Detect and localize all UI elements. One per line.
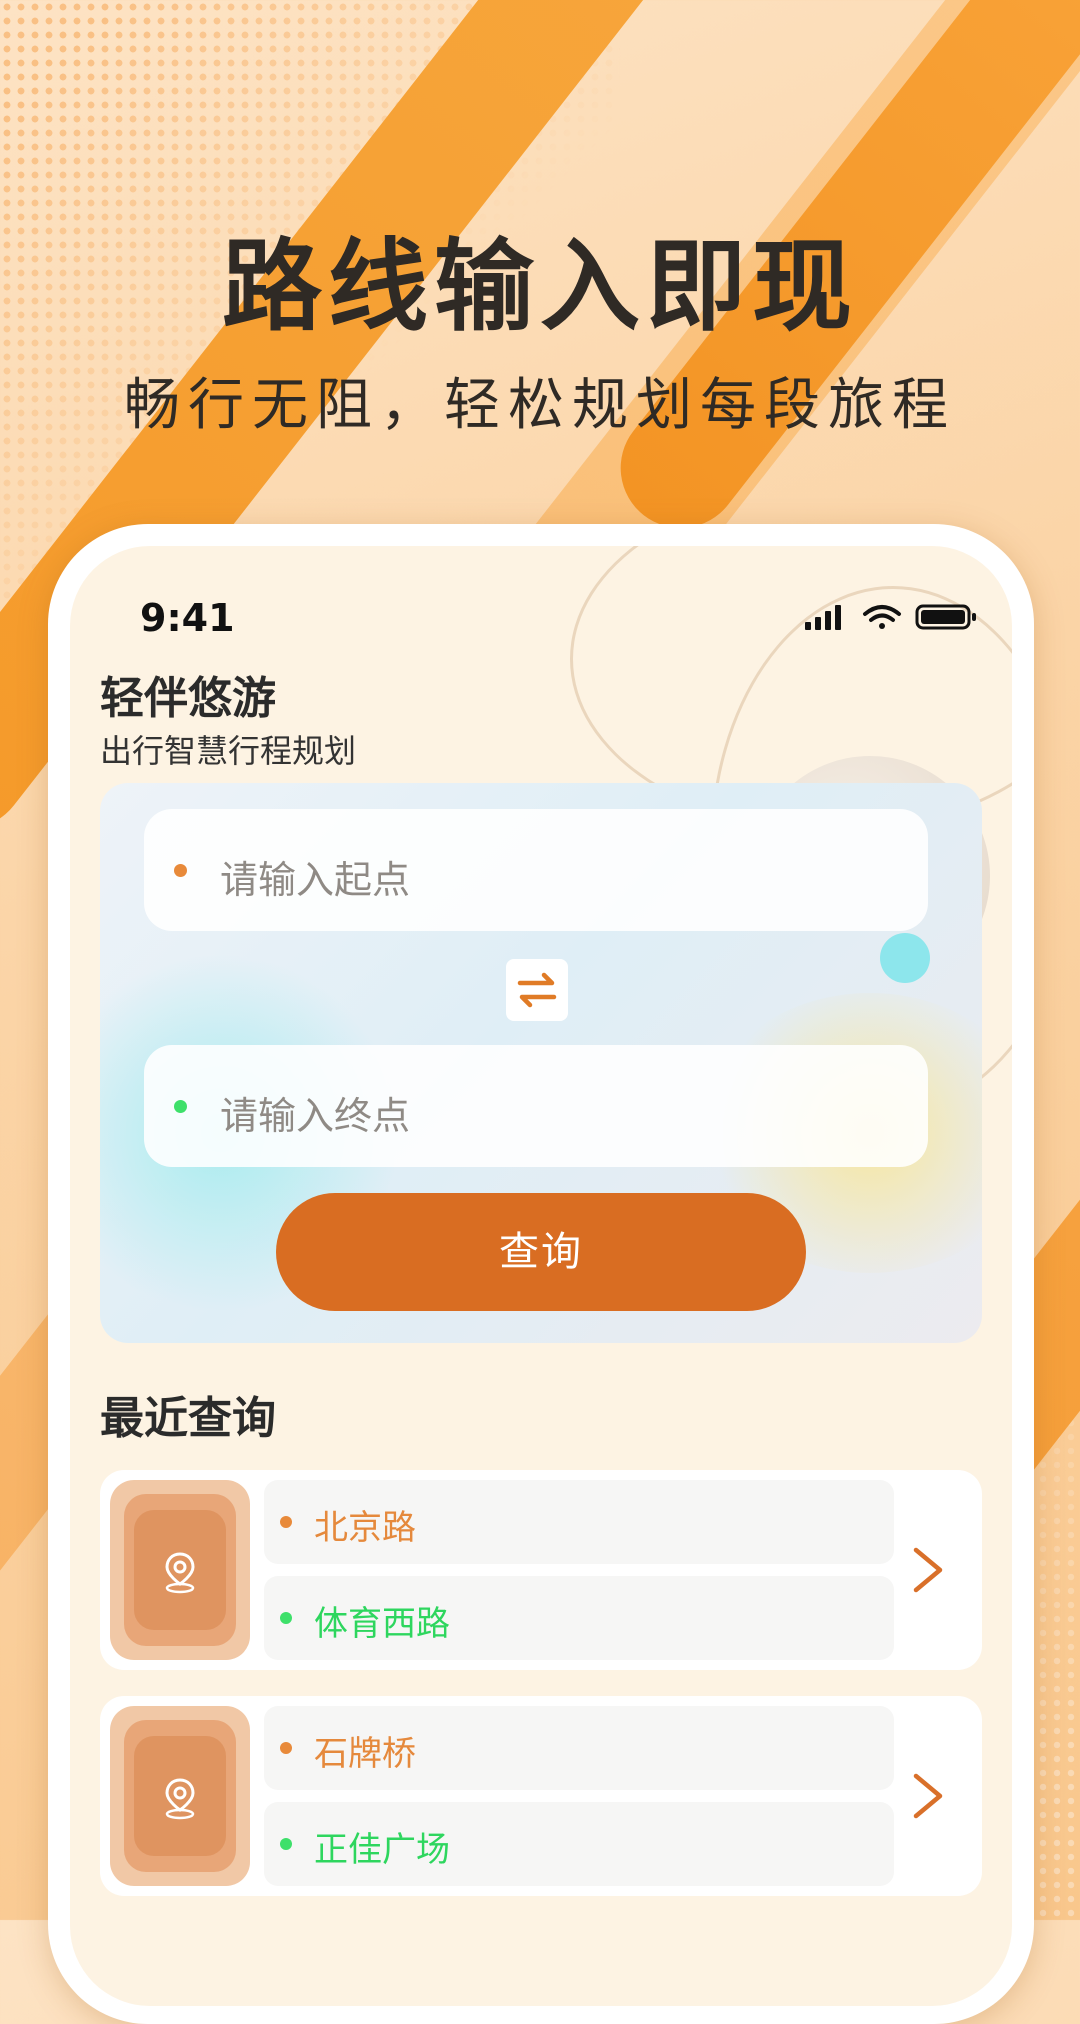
route-thumbnail	[110, 1480, 250, 1660]
route-from: 北京路	[314, 1508, 416, 1548]
to-dot	[280, 1612, 292, 1624]
route-to: 正佳广场	[314, 1830, 450, 1870]
app-tagline: 出行智慧行程规划	[100, 732, 357, 770]
status-icons	[805, 604, 976, 630]
wifi-icon	[863, 605, 901, 629]
recent-queries-title: 最近查询	[100, 1393, 276, 1444]
end-dot	[174, 1100, 187, 1113]
swap-icon	[517, 972, 557, 1008]
swap-button[interactable]	[506, 959, 568, 1021]
battery-icon	[915, 604, 976, 630]
signal-icon	[805, 605, 841, 630]
chevron-right-icon	[913, 1773, 943, 1819]
chevron-right-icon	[913, 1547, 943, 1593]
start-dot	[174, 864, 187, 877]
thumbnail-inner	[134, 1736, 226, 1856]
route-from: 石牌桥	[314, 1734, 416, 1774]
location-pin-icon	[165, 1552, 195, 1594]
route-to-row: 体育西路	[264, 1576, 894, 1660]
route-to: 体育西路	[314, 1604, 450, 1644]
hero-subtitle: 畅行无阻，轻松规划每段旅程	[124, 373, 956, 438]
end-placeholder: 请输入终点	[220, 1094, 411, 1138]
thumbnail-inner	[134, 1510, 226, 1630]
route-search-card: 请输入起点 请输入终点 查询	[100, 783, 982, 1343]
app-name: 轻伴悠游	[100, 673, 276, 724]
route-from-row: 北京路	[264, 1480, 894, 1564]
to-dot	[280, 1838, 292, 1850]
start-placeholder: 请输入起点	[220, 858, 411, 902]
start-point-input[interactable]: 请输入起点	[144, 809, 928, 931]
from-dot	[280, 1742, 292, 1754]
phone-frame: 9:41 轻伴悠游 出行智慧行程规划 请输入起点 请输入终点 查询 最近查询 北…	[48, 524, 1034, 2024]
route-thumbnail	[110, 1706, 250, 1886]
thumbnail-frame	[124, 1720, 236, 1872]
from-dot	[280, 1516, 292, 1528]
phone-screen: 9:41 轻伴悠游 出行智慧行程规划 请输入起点 请输入终点 查询 最近查询 北…	[70, 546, 1012, 2006]
recent-query-item[interactable]: 石牌桥 正佳广场	[100, 1696, 982, 1896]
location-pin-icon	[165, 1778, 195, 1820]
hero-title: 路线输入即现	[222, 228, 858, 345]
query-button[interactable]: 查询	[276, 1193, 806, 1311]
route-to-row: 正佳广场	[264, 1802, 894, 1886]
route-from-row: 石牌桥	[264, 1706, 894, 1790]
status-time: 9:41	[140, 596, 235, 640]
end-point-input[interactable]: 请输入终点	[144, 1045, 928, 1167]
decorative-blob	[880, 933, 930, 983]
recent-query-item[interactable]: 北京路 体育西路	[100, 1470, 982, 1670]
thumbnail-frame	[124, 1494, 236, 1646]
